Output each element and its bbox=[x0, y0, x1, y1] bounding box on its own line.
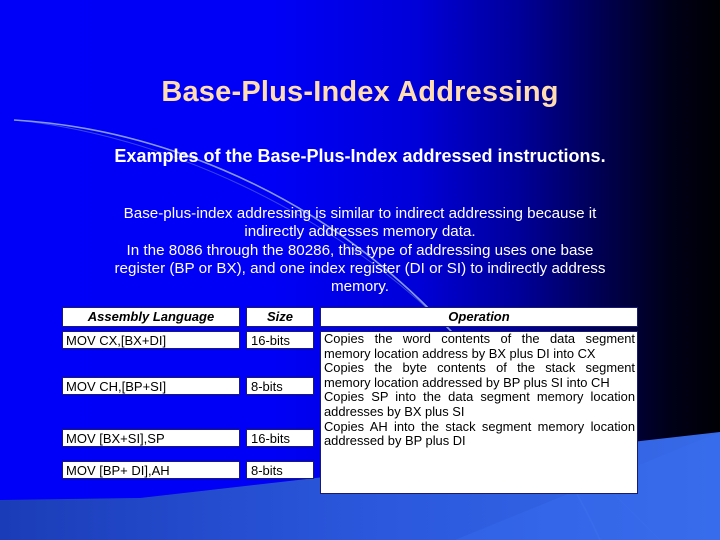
page-title: Base-Plus-Index Addressing bbox=[161, 76, 559, 108]
table-row: MOV CX,[BX+DI] bbox=[62, 331, 240, 349]
table-row: Copies the byte contents of the stack se… bbox=[324, 360, 635, 390]
table-row: Copies SP into the data segment memory l… bbox=[324, 389, 635, 419]
table-row: 16-bits bbox=[246, 429, 314, 447]
instruction-table: Assembly Language Size Operation MOV CX,… bbox=[62, 307, 638, 494]
body-text-block: Base-plus-index addressing is similar to… bbox=[108, 205, 612, 297]
body-paragraph-2: In the 8086 through the 80286, this type… bbox=[114, 242, 606, 295]
table-header-size: Size bbox=[246, 307, 314, 327]
table-header-assembly: Assembly Language bbox=[62, 307, 240, 327]
table-row: MOV [BP+ DI],AH bbox=[62, 461, 240, 479]
table-row: 8-bits bbox=[246, 461, 314, 479]
table-row: MOV CH,[BP+SI] bbox=[62, 377, 240, 395]
table-header-operation: Operation bbox=[320, 307, 638, 327]
table-operation-column: Copies the word contents of the data seg… bbox=[320, 331, 638, 494]
slide-subtitle: Examples of the Base-Plus-Index addresse… bbox=[114, 146, 606, 166]
table-row: MOV [BX+SI],SP bbox=[62, 429, 240, 447]
table-row: 8-bits bbox=[246, 377, 314, 395]
table-row: Copies the word contents of the data seg… bbox=[324, 331, 635, 361]
table-row: Copies AH into the stack segment memory … bbox=[324, 418, 635, 449]
slide-canvas: Base-Plus-Index Addressing Examples of t… bbox=[0, 0, 720, 540]
body-paragraph-1: Base-plus-index addressing is similar to… bbox=[123, 205, 597, 240]
table-row: 16-bits bbox=[246, 331, 314, 349]
